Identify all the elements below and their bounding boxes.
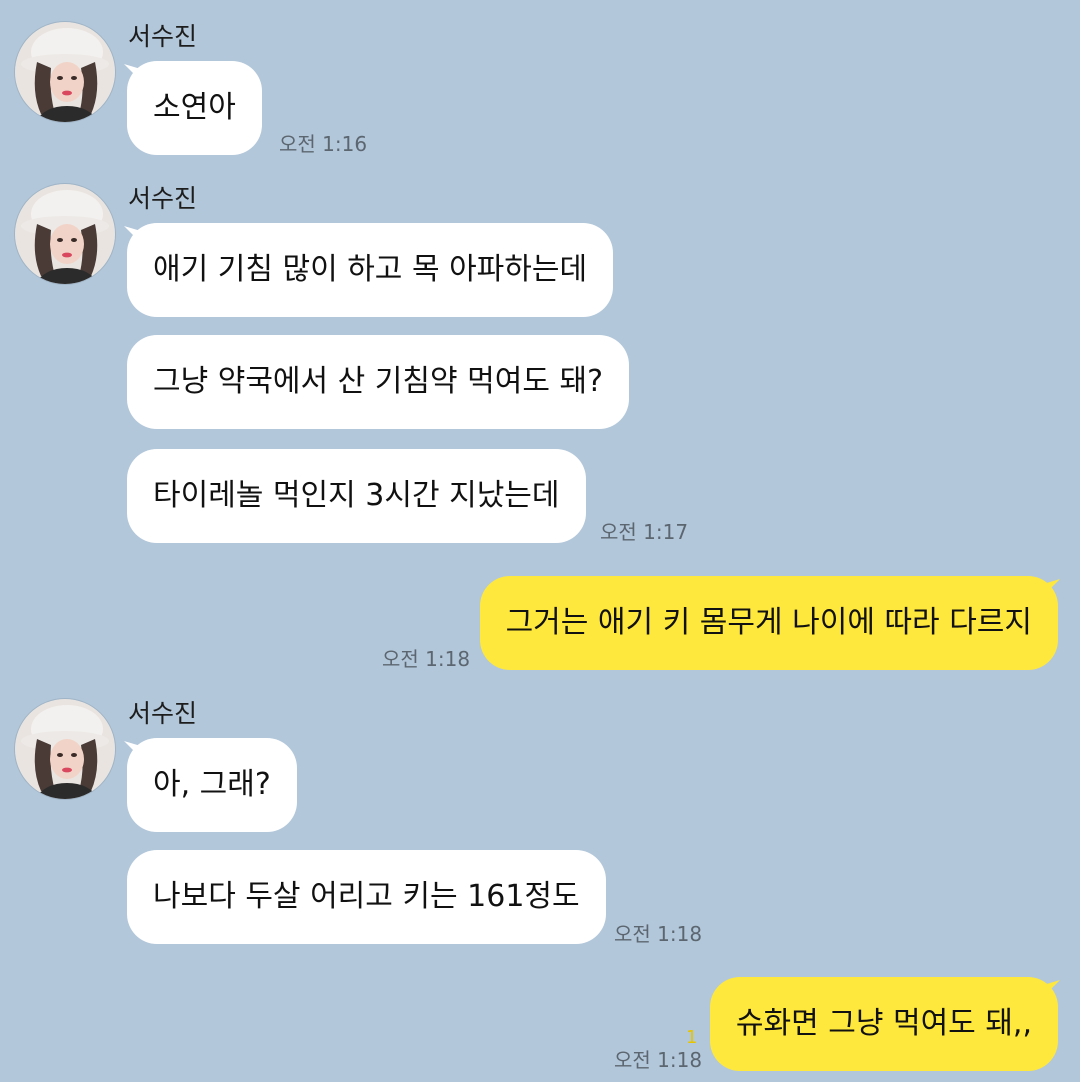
incoming-message-bubble[interactable]: 애기 기침 많이 하고 목 아파하는데 [127,223,614,317]
message-timestamp: 오전 1:18 [614,1048,703,1072]
bubble-tail [1040,579,1060,599]
message-timestamp: 오전 1:18 [382,647,471,671]
sender-avatar[interactable] [14,21,116,123]
incoming-message-bubble[interactable]: 타이레놀 먹인지 3시간 지났는데 [127,449,586,543]
sender-avatar[interactable] [14,183,116,285]
sender-name: 서수진 [128,184,198,213]
incoming-message-bubble[interactable]: 그냥 약국에서 산 기침약 먹여도 돼? [127,335,630,429]
message-timestamp: 오전 1:18 [614,922,703,946]
bubble-tail [1040,980,1060,1000]
unread-count: 1 [686,1027,698,1048]
incoming-message-bubble[interactable]: 아, 그래? [127,738,297,832]
sender-name: 서수진 [128,699,198,728]
outgoing-message-bubble[interactable]: 슈화면 그냥 먹여도 돼,, [709,977,1058,1071]
incoming-message-bubble[interactable]: 소연아 [127,61,262,155]
outgoing-message-bubble[interactable]: 그거는 애기 키 몸무게 나이에 따라 다르지 [479,576,1058,670]
message-timestamp: 오전 1:17 [600,520,689,544]
sender-avatar[interactable] [14,698,116,800]
message-timestamp: 오전 1:16 [279,132,368,156]
incoming-message-bubble[interactable]: 나보다 두살 어리고 키는 161정도 [127,850,606,944]
sender-name: 서수진 [128,22,198,51]
